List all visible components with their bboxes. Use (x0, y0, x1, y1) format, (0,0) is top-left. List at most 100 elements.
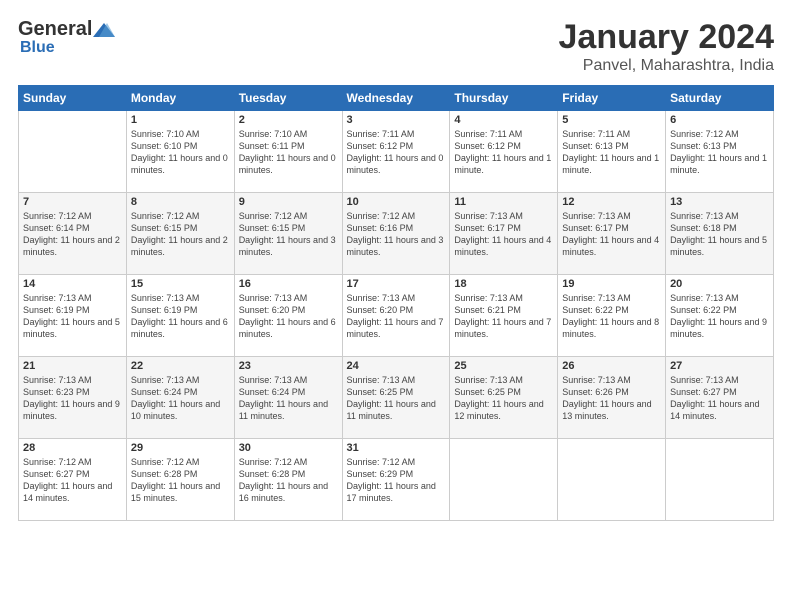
day-number: 10 (347, 196, 446, 208)
col-friday: Friday (558, 86, 666, 111)
logo: General Blue (18, 18, 115, 57)
calendar-cell: 4 Sunrise: 7:11 AM Sunset: 6:12 PM Daylig… (450, 111, 558, 193)
day-info: Sunrise: 7:13 AM Sunset: 6:20 PM Dayligh… (347, 292, 446, 341)
day-info: Sunrise: 7:12 AM Sunset: 6:29 PM Dayligh… (347, 456, 446, 505)
day-info: Sunrise: 7:12 AM Sunset: 6:13 PM Dayligh… (670, 128, 769, 177)
day-info: Sunrise: 7:13 AM Sunset: 6:21 PM Dayligh… (454, 292, 553, 341)
calendar-cell: 19 Sunrise: 7:13 AM Sunset: 6:22 PM Dayli… (558, 275, 666, 357)
calendar-cell: 11Sunrise: 7:13 AM Sunset: 6:17 PM Dayli… (450, 193, 558, 275)
day-number: 14 (23, 278, 122, 290)
day-number: 11 (454, 196, 553, 208)
calendar-cell: 31 Sunrise: 7:12 AM Sunset: 6:29 PM Dayli… (342, 439, 450, 521)
col-saturday: Saturday (666, 86, 774, 111)
calendar-cell: 10 Sunrise: 7:12 AM Sunset: 6:16 PM Dayli… (342, 193, 450, 275)
day-info: Sunrise: 7:12 AM Sunset: 6:16 PM Dayligh… (347, 210, 446, 259)
logo-general-text: General (18, 18, 92, 41)
calendar-cell: 2 Sunrise: 7:10 AM Sunset: 6:11 PM Daylig… (234, 111, 342, 193)
day-info: Sunrise: 7:13 AM Sunset: 6:17 PM Dayligh… (562, 210, 661, 259)
calendar-cell: 25 Sunrise: 7:13 AM Sunset: 6:25 PM Dayli… (450, 357, 558, 439)
day-number: 5 (562, 114, 661, 126)
day-info: Sunrise: 7:12 AM Sunset: 6:15 PM Dayligh… (239, 210, 338, 259)
calendar-cell: 7 Sunrise: 7:12 AM Sunset: 6:14 PM Daylig… (19, 193, 127, 275)
calendar-cell: 8Sunrise: 7:12 AM Sunset: 6:15 PM Daylig… (126, 193, 234, 275)
calendar-cell: 28 Sunrise: 7:12 AM Sunset: 6:27 PM Dayli… (19, 439, 127, 521)
day-number: 21 (23, 360, 122, 372)
col-wednesday: Wednesday (342, 86, 450, 111)
calendar-cell: 6 Sunrise: 7:12 AM Sunset: 6:13 PM Daylig… (666, 111, 774, 193)
calendar-table: Sunday Monday Tuesday Wednesday Thursday… (18, 85, 774, 521)
day-number: 8 (131, 196, 230, 208)
day-number: 20 (670, 278, 769, 290)
day-number: 17 (347, 278, 446, 290)
day-number: 23 (239, 360, 338, 372)
calendar-cell: 14 Sunrise: 7:13 AM Sunset: 6:19 PM Dayli… (19, 275, 127, 357)
calendar-cell: 22 Sunrise: 7:13 AM Sunset: 6:24 PM Dayli… (126, 357, 234, 439)
day-info: Sunrise: 7:10 AM Sunset: 6:11 PM Dayligh… (239, 128, 338, 177)
day-number: 31 (347, 442, 446, 454)
day-info: Sunrise: 7:13 AM Sunset: 6:22 PM Dayligh… (670, 292, 769, 341)
calendar-cell: 1 Sunrise: 7:10 AM Sunset: 6:10 PM Daylig… (126, 111, 234, 193)
col-sunday: Sunday (19, 86, 127, 111)
day-number: 27 (670, 360, 769, 372)
calendar-cell: 21 Sunrise: 7:13 AM Sunset: 6:23 PM Dayli… (19, 357, 127, 439)
calendar-cell: 12 Sunrise: 7:13 AM Sunset: 6:17 PM Dayli… (558, 193, 666, 275)
day-info: Sunrise: 7:10 AM Sunset: 6:10 PM Dayligh… (131, 128, 230, 177)
day-info: Sunrise: 7:12 AM Sunset: 6:27 PM Dayligh… (23, 456, 122, 505)
title-area: January 2024 Panvel, Maharashtra, India (559, 18, 775, 75)
calendar-week-1: 1 Sunrise: 7:10 AM Sunset: 6:10 PM Daylig… (19, 111, 774, 193)
day-info: Sunrise: 7:13 AM Sunset: 6:25 PM Dayligh… (347, 374, 446, 423)
day-info: Sunrise: 7:12 AM Sunset: 6:14 PM Dayligh… (23, 210, 122, 259)
day-number: 19 (562, 278, 661, 290)
calendar-cell: 17 Sunrise: 7:13 AM Sunset: 6:20 PM Dayli… (342, 275, 450, 357)
day-info: Sunrise: 7:13 AM Sunset: 6:26 PM Dayligh… (562, 374, 661, 423)
day-number: 3 (347, 114, 446, 126)
day-info: Sunrise: 7:13 AM Sunset: 6:27 PM Dayligh… (670, 374, 769, 423)
day-info: Sunrise: 7:12 AM Sunset: 6:28 PM Dayligh… (239, 456, 338, 505)
calendar-cell: 20 Sunrise: 7:13 AM Sunset: 6:22 PM Dayli… (666, 275, 774, 357)
day-info: Sunrise: 7:13 AM Sunset: 6:23 PM Dayligh… (23, 374, 122, 423)
calendar-cell (558, 439, 666, 521)
day-info: Sunrise: 7:13 AM Sunset: 6:18 PM Dayligh… (670, 210, 769, 259)
calendar-cell: 30 Sunrise: 7:12 AM Sunset: 6:28 PM Dayli… (234, 439, 342, 521)
col-monday: Monday (126, 86, 234, 111)
day-number: 7 (23, 196, 122, 208)
calendar-cell (450, 439, 558, 521)
day-info: Sunrise: 7:11 AM Sunset: 6:12 PM Dayligh… (347, 128, 446, 177)
col-thursday: Thursday (450, 86, 558, 111)
calendar-cell: 26Sunrise: 7:13 AM Sunset: 6:26 PM Dayli… (558, 357, 666, 439)
day-number: 16 (239, 278, 338, 290)
day-number: 22 (131, 360, 230, 372)
day-info: Sunrise: 7:13 AM Sunset: 6:24 PM Dayligh… (131, 374, 230, 423)
day-number: 6 (670, 114, 769, 126)
calendar-week-4: 21 Sunrise: 7:13 AM Sunset: 6:23 PM Dayli… (19, 357, 774, 439)
calendar-cell (19, 111, 127, 193)
day-info: Sunrise: 7:13 AM Sunset: 6:22 PM Dayligh… (562, 292, 661, 341)
calendar-cell: 24Sunrise: 7:13 AM Sunset: 6:25 PM Dayli… (342, 357, 450, 439)
month-title: January 2024 (559, 18, 775, 57)
calendar-cell: 15Sunrise: 7:13 AM Sunset: 6:19 PM Dayli… (126, 275, 234, 357)
day-number: 1 (131, 114, 230, 126)
day-number: 12 (562, 196, 661, 208)
day-info: Sunrise: 7:13 AM Sunset: 6:25 PM Dayligh… (454, 374, 553, 423)
day-info: Sunrise: 7:13 AM Sunset: 6:20 PM Dayligh… (239, 292, 338, 341)
day-number: 2 (239, 114, 338, 126)
day-number: 25 (454, 360, 553, 372)
logo-icon (93, 21, 115, 39)
day-number: 4 (454, 114, 553, 126)
calendar-cell: 23Sunrise: 7:13 AM Sunset: 6:24 PM Dayli… (234, 357, 342, 439)
day-info: Sunrise: 7:11 AM Sunset: 6:13 PM Dayligh… (562, 128, 661, 177)
logo-blue-label: Blue (20, 39, 55, 57)
day-number: 30 (239, 442, 338, 454)
calendar-week-5: 28 Sunrise: 7:12 AM Sunset: 6:27 PM Dayli… (19, 439, 774, 521)
day-info: Sunrise: 7:11 AM Sunset: 6:12 PM Dayligh… (454, 128, 553, 177)
day-info: Sunrise: 7:13 AM Sunset: 6:19 PM Dayligh… (23, 292, 122, 341)
calendar-cell: 18 Sunrise: 7:13 AM Sunset: 6:21 PM Dayli… (450, 275, 558, 357)
calendar-cell: 27 Sunrise: 7:13 AM Sunset: 6:27 PM Dayli… (666, 357, 774, 439)
day-number: 18 (454, 278, 553, 290)
header: General Blue January 2024 Panvel, Mahara… (18, 18, 774, 75)
day-number: 28 (23, 442, 122, 454)
calendar-cell: 3 Sunrise: 7:11 AM Sunset: 6:12 PM Daylig… (342, 111, 450, 193)
header-row: Sunday Monday Tuesday Wednesday Thursday… (19, 86, 774, 111)
day-info: Sunrise: 7:12 AM Sunset: 6:28 PM Dayligh… (131, 456, 230, 505)
day-number: 9 (239, 196, 338, 208)
